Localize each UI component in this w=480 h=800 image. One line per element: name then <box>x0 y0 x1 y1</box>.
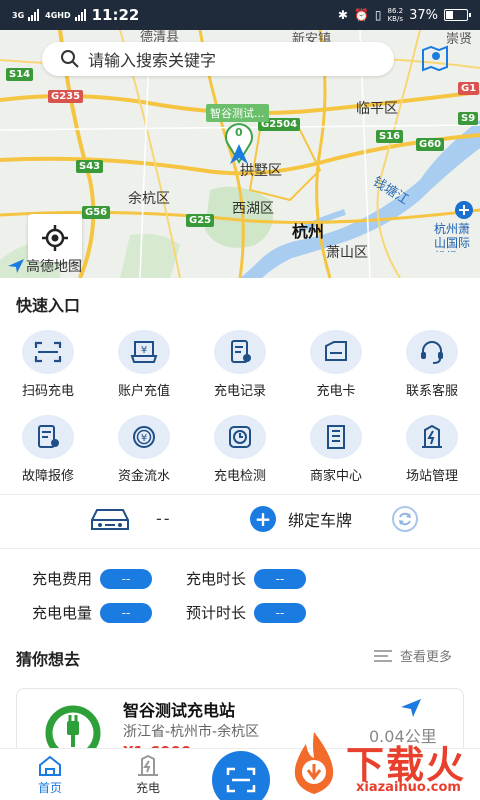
marker-count: 0 <box>235 126 243 139</box>
map-label-yuhang: 余杭区 <box>128 191 170 207</box>
stat-value-pill: -- <box>100 568 153 589</box>
navigate-button[interactable] <box>399 697 423 723</box>
tab-home[interactable]: 首页 <box>20 755 80 796</box>
card-icon <box>310 330 362 374</box>
battery-icon <box>444 9 471 21</box>
stat-charge-fee: 充电费用 -- <box>32 568 153 589</box>
battery-percent: 37% <box>409 7 438 23</box>
guess-title: 猜你想去 <box>16 650 81 669</box>
view-more-button[interactable]: 查看更多 <box>374 646 452 665</box>
network-indicator-2: 4GHD <box>45 10 71 20</box>
road-shield-g56: G56 <box>82 206 111 219</box>
signal-icon-2 <box>74 9 86 21</box>
bluetooth-icon: ✱ <box>337 8 348 22</box>
map-label-xihu: 西湖区 <box>232 201 274 217</box>
road-shield-g25: G25 <box>186 214 215 227</box>
refresh-button[interactable] <box>392 506 418 532</box>
charge-record-icon <box>214 330 266 374</box>
fault-report-icon <box>22 415 74 459</box>
amap-arrow-icon <box>8 259 24 273</box>
road-shield-s43: S43 <box>76 160 104 173</box>
search-icon <box>61 50 79 68</box>
charger-icon <box>138 755 158 776</box>
merchant-icon <box>310 415 362 459</box>
road-shield-g235: G235 <box>48 90 84 103</box>
home-icon <box>39 755 61 776</box>
station-address: 浙江省-杭州市-余杭区 <box>123 724 260 740</box>
quick-entry-title: 快速入口 <box>16 296 81 315</box>
navigation-arrow-icon <box>401 699 421 717</box>
stat-value-pill: -- <box>254 568 307 589</box>
search-bar[interactable]: 请输入搜索关键字 <box>42 42 394 76</box>
scan-icon <box>22 330 74 374</box>
crosshair-icon <box>42 225 68 251</box>
station-pin-label[interactable]: 智谷测试... <box>206 104 269 122</box>
road-shield-s9: S9 <box>458 112 479 125</box>
stat-value-pill: -- <box>254 602 307 623</box>
yuan-flow-icon: ¥ <box>118 415 170 459</box>
tab-charge[interactable]: 充电 <box>118 755 178 796</box>
quick-station-manage[interactable]: 场站管理 <box>384 415 480 484</box>
quick-merchant-center[interactable]: 商家中心 <box>288 415 384 484</box>
scan-icon <box>226 767 256 793</box>
map-label-xiaoshan: 萧山区 <box>326 245 368 261</box>
map-label-linping: 临平区 <box>356 101 398 117</box>
watermark-url: xiazaihuo.com <box>356 780 461 795</box>
quick-charge-check[interactable]: 充电检测 <box>192 415 288 484</box>
divider <box>0 548 480 549</box>
refresh-icon <box>399 512 411 526</box>
plate-number: -- <box>156 509 172 528</box>
stat-estimated-duration: 预计时长 -- <box>186 602 307 623</box>
road-shield-g60: G60 <box>416 138 445 151</box>
stat-charge-energy: 充电电量 -- <box>32 602 153 623</box>
plate-row: -- + 绑定车牌 <box>0 500 480 540</box>
map-label-hangzhou: 杭州 <box>292 222 325 241</box>
quick-contact-service[interactable]: 联系客服 <box>384 330 480 399</box>
station-manage-icon <box>406 415 458 459</box>
map-label-airport: 杭州萧山国际机场 <box>434 222 471 252</box>
charge-check-icon <box>214 415 266 459</box>
list-icon <box>374 649 392 662</box>
network-speed: 86.2 KB/s <box>387 7 404 23</box>
quick-charge-card[interactable]: 充电卡 <box>288 330 384 399</box>
stat-charge-duration: 充电时长 -- <box>186 568 307 589</box>
quick-charge-record[interactable]: 充电记录 <box>192 330 288 399</box>
quick-entry-grid: 扫码充电 ¥ 账户充值 充电记录 充电卡 联系客服 故障报修 ¥ 资金流水 充电… <box>0 330 480 484</box>
quick-scan-charge[interactable]: 扫码充电 <box>0 330 96 399</box>
station-marker[interactable]: 0 <box>222 122 256 170</box>
download-site-watermark: 下载火 xiazaihuo.com <box>284 728 480 800</box>
road-shield-s14: S14 <box>6 68 34 81</box>
station-name: 智谷测试充电站 <box>123 701 236 720</box>
quick-account-recharge[interactable]: ¥ 账户充值 <box>96 330 192 399</box>
road-shield-g1: G1 <box>458 82 480 95</box>
car-icon <box>88 504 132 538</box>
status-bar: 3G 4GHD 11:22 ✱ ⏰ ▯ 86.2 KB/s 37% <box>0 0 480 30</box>
headset-icon <box>406 330 458 374</box>
divider <box>0 494 480 495</box>
alarm-icon: ⏰ <box>353 8 369 22</box>
svg-text:¥: ¥ <box>141 345 147 356</box>
flame-logo-icon <box>294 732 334 794</box>
quick-fault-report[interactable]: 故障报修 <box>0 415 96 484</box>
amap-logo: 高德地图 <box>8 256 82 276</box>
search-input[interactable]: 请输入搜索关键字 <box>88 47 216 71</box>
wallet-recharge-icon: ¥ <box>118 330 170 374</box>
network-indicator-1: 3G <box>12 10 25 20</box>
vibrate-icon: ▯ <box>374 8 382 22</box>
map-view[interactable]: 德清县 新安镇 崇贤 临平区 拱墅区 余杭区 西湖区 杭州 萧山区 钱塘江 杭州… <box>0 30 480 278</box>
locate-me-button[interactable] <box>28 214 82 262</box>
svg-text:¥: ¥ <box>141 433 147 444</box>
bind-plate-button[interactable]: + 绑定车牌 <box>250 506 352 532</box>
stat-value-pill: -- <box>100 602 153 623</box>
signal-icon <box>28 9 40 21</box>
plus-icon: + <box>250 506 276 532</box>
scan-fab-button[interactable] <box>212 751 270 800</box>
quick-fund-flow[interactable]: ¥ 资金流水 <box>96 415 192 484</box>
map-location-list-icon[interactable] <box>420 42 450 72</box>
clock: 11:22 <box>91 6 140 24</box>
road-shield-s16: S16 <box>376 130 404 143</box>
